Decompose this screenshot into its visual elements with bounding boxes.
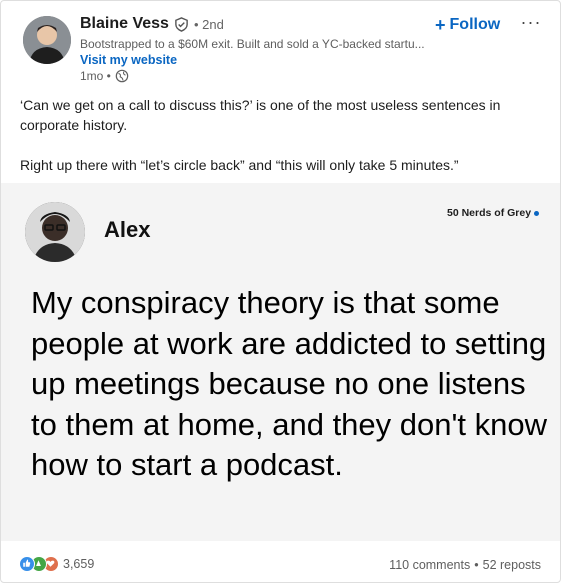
reposts-link[interactable]: 52 reposts <box>483 558 541 572</box>
like-icon <box>19 556 35 572</box>
author-avatar[interactable] <box>23 16 71 64</box>
reactions-summary[interactable]: 3,659 <box>19 556 94 572</box>
brand-dot-icon <box>534 210 540 216</box>
separator: • <box>474 558 479 572</box>
post-card: Blaine Vess • 2nd Bootstrapped to a $60M… <box>0 0 561 583</box>
post-time-row: 1mo • <box>80 69 129 83</box>
more-options-button[interactable]: ··· <box>520 11 542 33</box>
author-name-row: Blaine Vess • 2nd <box>80 15 224 33</box>
image-quote-text: My conspiracy theory is that some people… <box>31 285 548 482</box>
image-author-name: Alex <box>104 217 151 242</box>
comments-link[interactable]: 110 comments <box>389 558 470 572</box>
plus-icon: + <box>435 14 446 35</box>
post-paragraph: ‘Can we get on a call to discuss this?’ … <box>20 97 501 133</box>
reaction-count: 3,659 <box>63 557 95 571</box>
author-name[interactable]: Blaine Vess <box>80 15 169 33</box>
globe-icon <box>115 69 129 83</box>
website-link[interactable]: Visit my website <box>80 53 177 67</box>
post-paragraph: Right up there with “let’s circle back” … <box>20 157 459 173</box>
brand-name: 50 Nerds of Grey <box>447 207 532 219</box>
connection-degree: • 2nd <box>193 16 224 32</box>
post-image[interactable]: Alex 50 Nerds of Grey My conspiracy theo… <box>1 183 560 541</box>
brand-watermark: 50 Nerds of Grey <box>447 207 540 219</box>
post-text: ‘Can we get on a call to discuss this?’ … <box>20 95 540 195</box>
post-time: 1mo • <box>80 69 111 83</box>
follow-label: Follow <box>449 16 501 33</box>
follow-button[interactable]: + Follow <box>435 14 500 36</box>
engagement-stats: 110 comments • 52 reposts <box>389 558 541 572</box>
verified-icon <box>174 16 189 32</box>
author-headline: Bootstrapped to a $60M exit. Built and s… <box>80 37 425 51</box>
image-author-avatar <box>25 202 85 262</box>
